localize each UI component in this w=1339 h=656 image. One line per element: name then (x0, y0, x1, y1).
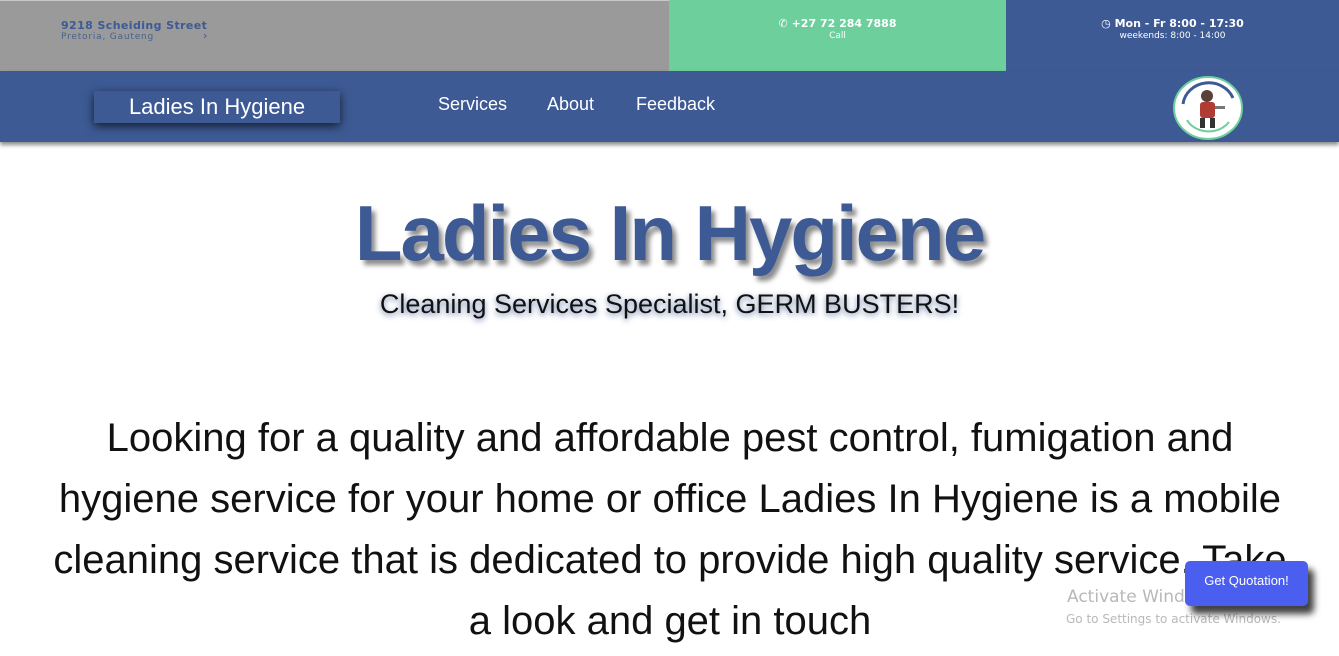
phone-number: +27 72 284 7888 (791, 17, 897, 30)
phone-block[interactable]: ✆ +27 72 284 7888 Call (669, 0, 1006, 71)
main-navbar: Ladies In Hygiene Services About Feedbac… (0, 71, 1339, 142)
hours-block: ◷ Mon - Fr 8:00 - 17:30 weekends: 8:00 -… (1006, 0, 1339, 71)
phone-icon: ✆ (778, 17, 788, 30)
nav-link-feedback[interactable]: Feedback (636, 94, 715, 115)
activate-windows-subtitle: Go to Settings to activate Windows. (1066, 612, 1281, 626)
chevron-right-icon: › (203, 29, 208, 42)
address-city: Pretoria, Gauteng (61, 32, 155, 42)
company-logo[interactable] (1173, 76, 1243, 140)
clock-icon: ◷ (1101, 17, 1111, 30)
hours-weekend: weekends: 8:00 - 14:00 (1119, 31, 1226, 41)
brand-button[interactable]: Ladies In Hygiene (94, 91, 340, 123)
hours-weekday: Mon - Fr 8:00 - 17:30 (1114, 17, 1244, 30)
address-block[interactable]: 9218 Scheiding Street Pretoria, Gauteng … (0, 0, 669, 71)
hero-title: Ladies In Hygiene (354, 189, 986, 277)
get-quotation-button[interactable]: Get Quotation! (1185, 561, 1308, 606)
nav-link-about[interactable]: About (547, 94, 594, 115)
hero-subtitle: Cleaning Services Specialist, GERM BUSTE… (379, 289, 960, 319)
top-info-bar: 9218 Scheiding Street Pretoria, Gauteng … (0, 0, 1339, 71)
address-street: 9218 Scheiding Street (61, 19, 208, 32)
nav-link-services[interactable]: Services (438, 94, 507, 115)
phone-label: Call (829, 31, 846, 41)
